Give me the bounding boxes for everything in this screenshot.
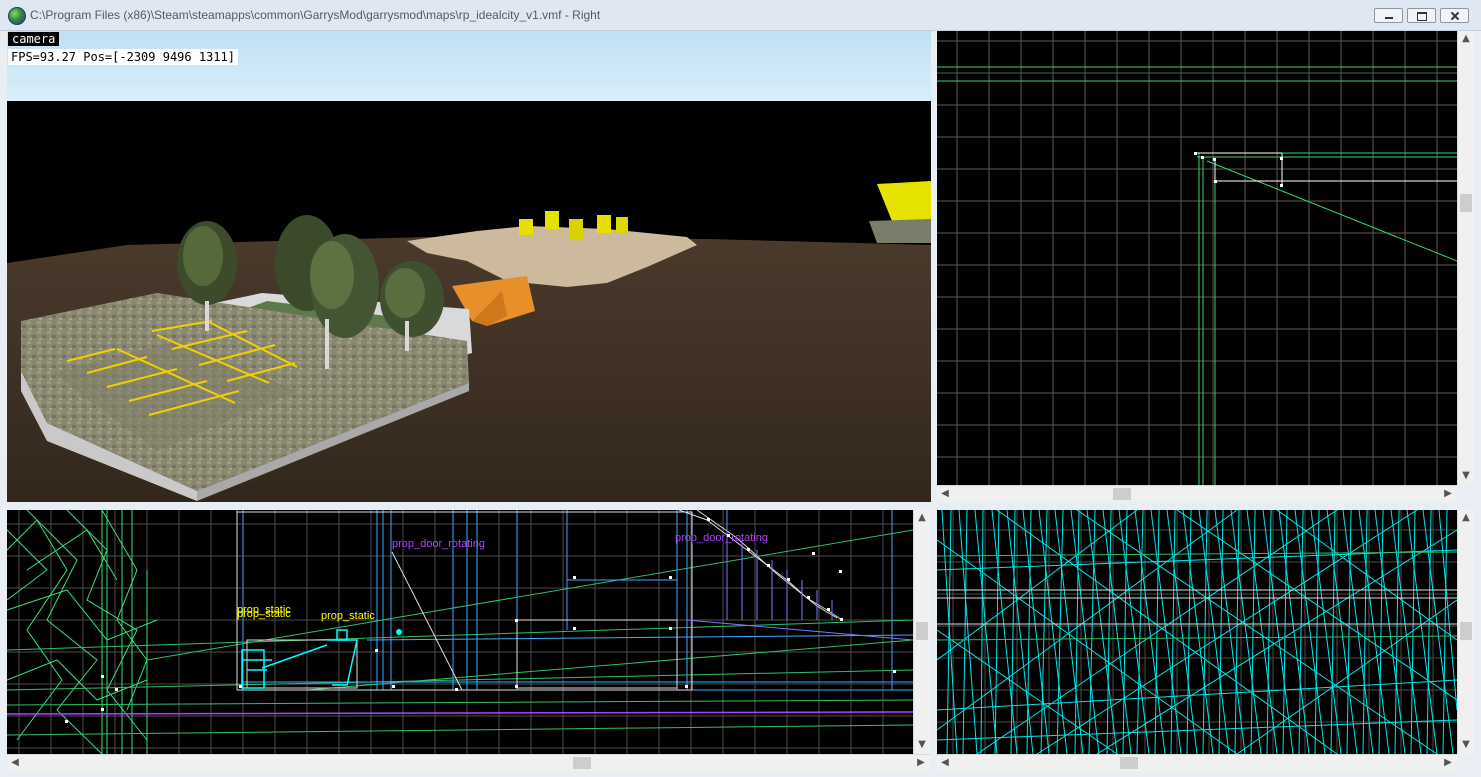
scroll-thumb[interactable] bbox=[1460, 622, 1472, 640]
restore-icon bbox=[1408, 9, 1435, 22]
side-view-vscroll[interactable]: ▲ ▼ bbox=[1457, 31, 1474, 485]
road-brushes bbox=[7, 529, 913, 736]
scroll-right-arrow[interactable]: ▶ bbox=[913, 755, 929, 771]
close-icon bbox=[1441, 9, 1468, 22]
top-brush-lines bbox=[937, 510, 1457, 754]
scroll-down-arrow[interactable]: ▼ bbox=[1458, 468, 1474, 484]
scroll-left-arrow[interactable]: ◀ bbox=[937, 755, 953, 771]
entity-label-prop-door[interactable]: prop_door_rotating bbox=[392, 538, 485, 550]
scroll-down-arrow[interactable]: ▼ bbox=[914, 737, 930, 753]
window-titlebar: C:\Program Files (x86)\Steam\steamapps\c… bbox=[0, 0, 1481, 31]
yellow-cube bbox=[519, 219, 533, 235]
close-button[interactable] bbox=[1440, 8, 1469, 23]
front-view-hscroll[interactable]: ◀ ▶ bbox=[7, 754, 930, 771]
entity-label-prop-static[interactable]: prop_static bbox=[321, 610, 375, 622]
scroll-up-arrow[interactable]: ▲ bbox=[914, 510, 930, 526]
window-title: C:\Program Files (x86)\Steam\steamapps\c… bbox=[30, 8, 601, 22]
terrain-wireframe bbox=[7, 510, 158, 754]
building-brushes bbox=[236, 510, 913, 691]
side-view-hscroll[interactable]: ◀ ▶ bbox=[937, 485, 1457, 502]
scroll-right-arrow[interactable]: ▶ bbox=[1440, 486, 1456, 502]
restore-button[interactable] bbox=[1407, 8, 1436, 23]
top-view-wireframe bbox=[937, 510, 1457, 754]
camera-viewport[interactable]: camera FPS=93.27 Pos=[-2309 9496 1311] bbox=[7, 31, 931, 502]
camera-scene bbox=[7, 31, 931, 502]
scroll-left-arrow[interactable]: ◀ bbox=[937, 486, 953, 502]
side-viewport[interactable] bbox=[937, 31, 1457, 485]
entity-label-prop-static[interactable]: prop_static bbox=[237, 608, 291, 620]
scroll-left-arrow[interactable]: ◀ bbox=[7, 755, 23, 771]
scroll-up-arrow[interactable]: ▲ bbox=[1458, 31, 1474, 47]
top-viewport[interactable] bbox=[937, 510, 1457, 754]
top-view-hscroll[interactable]: ◀ ▶ bbox=[937, 754, 1457, 771]
front-view-vscroll[interactable]: ▲ ▼ bbox=[913, 510, 930, 754]
scroll-thumb[interactable] bbox=[573, 757, 591, 769]
camera-stats: FPS=93.27 Pos=[-2309 9496 1311] bbox=[8, 49, 238, 65]
minimize-button[interactable] bbox=[1374, 8, 1403, 23]
scroll-up-arrow[interactable]: ▲ bbox=[1458, 510, 1474, 526]
scroll-thumb[interactable] bbox=[1460, 194, 1472, 212]
front-viewport[interactable]: prop_door_rotating prop_door_rotating pr… bbox=[7, 510, 913, 754]
side-view-grid bbox=[937, 31, 1457, 485]
scroll-right-arrow[interactable]: ▶ bbox=[1440, 755, 1456, 771]
side-brushes bbox=[937, 66, 1457, 485]
camera-view-label[interactable]: camera bbox=[8, 32, 60, 46]
scroll-down-arrow[interactable]: ▼ bbox=[1458, 737, 1474, 753]
skybox bbox=[7, 31, 931, 101]
scroll-thumb[interactable] bbox=[1113, 488, 1131, 500]
hammer-app-icon bbox=[8, 7, 26, 25]
minimize-icon bbox=[1375, 9, 1402, 22]
entity-label-prop-door[interactable]: prop_door_rotating bbox=[675, 532, 768, 544]
top-view-vscroll[interactable]: ▲ ▼ bbox=[1457, 510, 1474, 754]
staircase bbox=[678, 510, 843, 621]
scroll-thumb[interactable] bbox=[1120, 757, 1138, 769]
scroll-thumb[interactable] bbox=[916, 622, 928, 640]
